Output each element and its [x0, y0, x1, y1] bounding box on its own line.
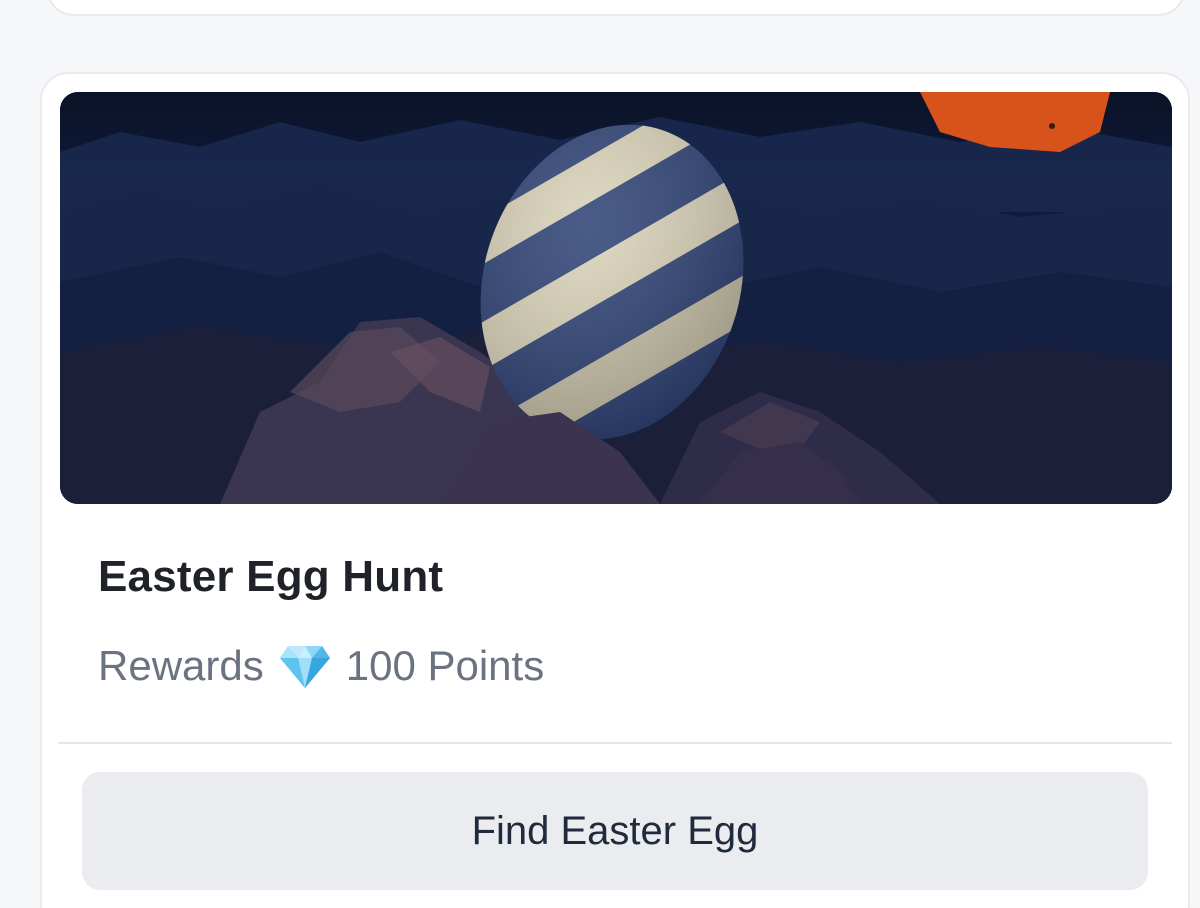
card-title: Easter Egg Hunt: [98, 552, 444, 601]
rewards-row: Rewards 100 Points: [98, 642, 544, 690]
banner-image: [60, 92, 1172, 504]
find-easter-egg-button[interactable]: Find Easter Egg: [82, 772, 1148, 890]
easter-egg-card: Easter Egg Hunt Rewards 100 Points Find …: [40, 72, 1190, 908]
divider: [58, 742, 1172, 744]
gem-icon: [278, 642, 332, 690]
rewards-value: 100 Points: [345, 642, 545, 689]
previous-card: [46, 0, 1186, 16]
rewards-label: Rewards: [98, 642, 264, 689]
page: Easter Egg Hunt Rewards 100 Points Find …: [0, 0, 1200, 908]
